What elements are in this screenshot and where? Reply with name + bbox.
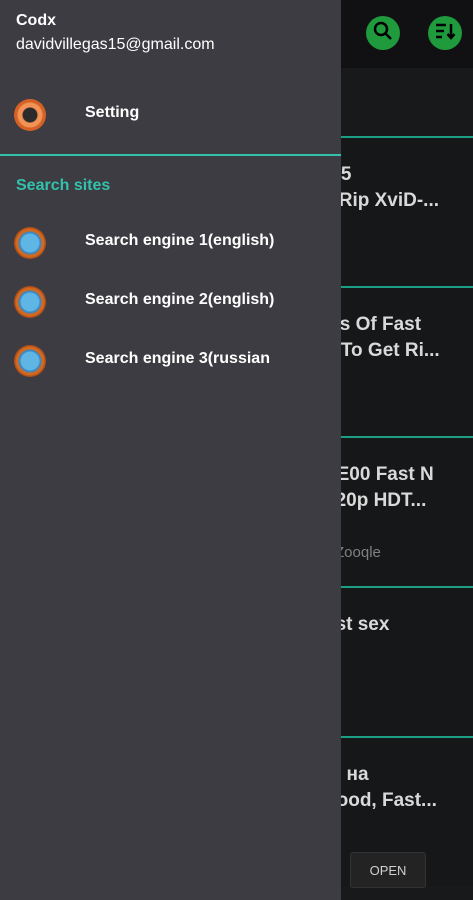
divider [0, 154, 341, 156]
item-title: ws Of Fast y To Get Ri... [325, 314, 440, 361]
menu-item-search-engine-2[interactable]: Search engine 2(english) [0, 277, 341, 329]
menu-item-label: Search engine 2(english) [85, 291, 275, 308]
open-button[interactable]: OPEN [350, 852, 426, 888]
sort-button[interactable] [428, 16, 462, 50]
account-email: davidvillegas15@gmail.com [16, 36, 215, 53]
item-title: ы на Food, Fast... [325, 764, 437, 811]
menu-item-label: Search engine 1(english) [85, 232, 275, 249]
item-title: TE00 Fast N 720p HDT... [325, 464, 434, 511]
sort-icon [434, 21, 456, 46]
search-icon [373, 21, 393, 46]
item-title: ast sex [325, 614, 390, 635]
navigation-drawer: Codx davidvillegas15@gmail.com Setting S… [0, 0, 341, 900]
globe-icon [14, 345, 46, 377]
search-button[interactable] [366, 16, 400, 50]
globe-icon [14, 227, 46, 259]
menu-item-setting[interactable]: Setting [0, 90, 341, 142]
menu-item-label: Setting [85, 104, 140, 121]
menu-item-search-engine-1[interactable]: Search engine 1(english) [0, 218, 341, 270]
item-title: s 5 DRip XviD-... [325, 164, 440, 211]
account-name: Codx [16, 12, 56, 29]
globe-icon [14, 286, 46, 318]
menu-item-label: Search engine 3(russian [85, 350, 270, 367]
item-source: Zooqle [335, 544, 381, 561]
section-title: Search sites [16, 177, 111, 194]
gear-icon [14, 99, 46, 131]
menu-item-search-engine-3[interactable]: Search engine 3(russian [0, 336, 341, 388]
